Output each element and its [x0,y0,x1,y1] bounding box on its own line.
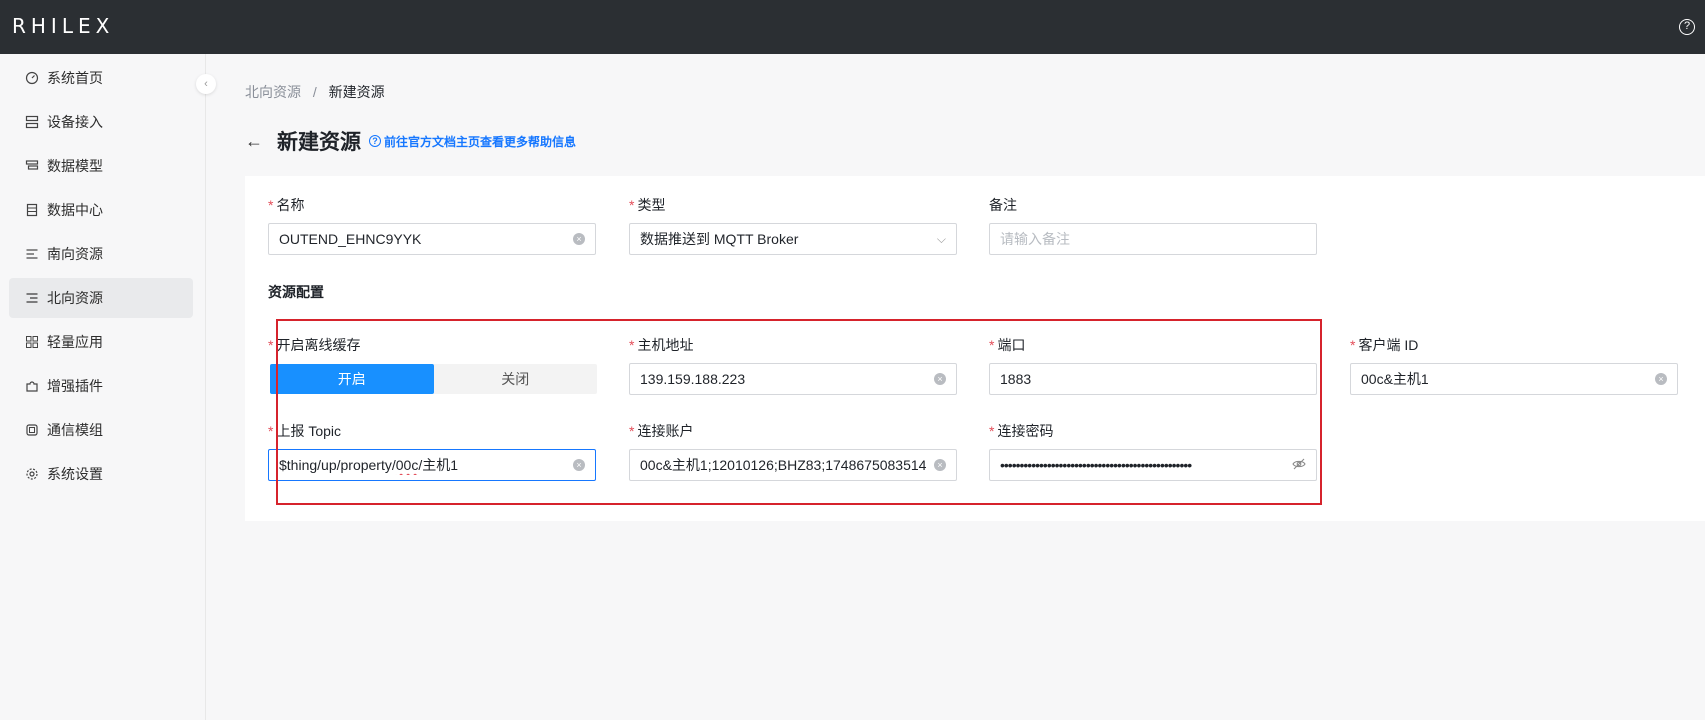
plugin-icon [25,379,39,393]
port-label: * 端口 [989,337,1026,353]
password-value: ••••••••••••••••••••••••••••••••••••••••… [1000,457,1192,473]
clear-icon[interactable]: × [934,459,946,471]
password-field[interactable]: ••••••••••••••••••••••••••••••••••••••••… [989,449,1317,481]
sidebar-item-label: 增强插件 [47,378,103,394]
page-title: 新建资源 [277,131,361,154]
sidebar-item-device[interactable]: 设备接入 [9,102,193,142]
sidebar-item-label: 数据中心 [47,202,103,218]
sidebar-item-label: 系统设置 [47,466,103,482]
sidebar-item-home[interactable]: 系统首页 [9,58,193,98]
sidebar-item-label: 通信模组 [47,422,103,438]
eye-off-icon[interactable] [1292,458,1306,473]
sidebar-item-label: 设备接入 [47,114,103,130]
username-value: 00c&主机1;12010126;BHZ83;1748675083514 [640,457,927,473]
sidebar-item-label: 轻量应用 [47,334,103,350]
sidebar-item-label: 南向资源 [47,246,103,262]
cache-off-option[interactable]: 关闭 [434,364,598,394]
question-icon: ? [369,135,381,147]
client-id-value: 00c&主机1 [1361,371,1429,387]
database-icon [25,203,39,217]
sidebar-item-label: 系统首页 [47,70,103,86]
breadcrumb-separator: / [312,84,317,100]
sidebar-item-south-resource[interactable]: 南向资源 [9,234,193,274]
type-label: * 类型 [629,197,666,213]
doc-link-text: 前往官方文档主页查看更多帮助信息 [384,134,577,149]
port-field[interactable]: 1883 [989,363,1317,395]
client-id-label: * 客户端 ID [1350,337,1419,353]
chevron-down-icon: ⌵ [936,231,946,246]
name-label: * 名称 [268,197,305,213]
sidebar-item-north-resource[interactable]: 北向资源 [9,278,193,318]
topic-label: * 上报 Topic [268,423,342,439]
sidebar-item-apps[interactable]: 轻量应用 [9,322,193,362]
sidebar-item-datacenter[interactable]: 数据中心 [9,190,193,230]
device-icon [25,115,39,129]
module-icon [25,423,39,437]
remark-label: 备注 [989,197,1017,213]
north-resource-icon [25,291,39,305]
topic-field[interactable]: $thing/up/property/00c/主机1 × [268,449,596,481]
page-header: ← 新建资源 ? 前往官方文档主页查看更多帮助信息 [245,126,576,156]
host-label: * 主机地址 [629,337,694,353]
breadcrumb-parent[interactable]: 北向资源 [245,84,301,100]
sidebar-item-module[interactable]: 通信模组 [9,410,193,450]
cache-label: * 开启离线缓存 [268,337,361,353]
name-value: OUTEND_EHNC9YYK [279,231,422,247]
clear-icon[interactable]: × [573,233,585,245]
breadcrumb-current: 新建资源 [328,84,385,100]
cache-toggle[interactable]: 开启 关闭 [270,364,597,394]
name-field[interactable]: OUTEND_EHNC9YYK × [268,223,596,255]
sidebar-item-label: 数据模型 [47,158,103,174]
type-value: 数据推送到 MQTT Broker [640,231,799,247]
back-arrow-icon[interactable]: ← [245,131,263,152]
sidebar-collapse-button[interactable]: ‹ [196,74,216,94]
clear-icon[interactable]: × [573,459,585,471]
sidebar-item-model[interactable]: 数据模型 [9,146,193,186]
section-title: 资源配置 [268,284,324,300]
host-field[interactable]: 139.159.188.223 × [629,363,957,395]
host-value: 139.159.188.223 [640,371,746,387]
dashboard-icon [25,71,39,85]
topic-value: $thing/up/property/00c/主机1 [279,457,459,473]
sidebar-item-plugin[interactable]: 增强插件 [9,366,193,406]
remark-field[interactable]: 请输入备注 [989,223,1317,255]
remark-placeholder: 请输入备注 [1000,231,1070,247]
clear-icon[interactable]: × [934,373,946,385]
help-circle-icon[interactable]: ? [1679,19,1695,35]
model-icon [25,159,39,173]
clear-icon[interactable]: × [1655,373,1667,385]
sidebar: 系统首页 设备接入 数据模型 数据中心 南向资源 北向资源 轻量应用 增强插件 … [0,54,206,720]
username-field[interactable]: 00c&主机1;12010126;BHZ83;1748675083514 × [629,449,957,481]
port-value: 1883 [1000,371,1032,387]
client-id-field[interactable]: 00c&主机1 × [1350,363,1678,395]
cache-on-option[interactable]: 开启 [270,364,434,394]
doc-link[interactable]: ? 前往官方文档主页查看更多帮助信息 [369,133,576,150]
username-label: * 连接账户 [629,423,694,439]
sidebar-item-label: 北向资源 [47,290,103,306]
app-logo[interactable]: RHILEX [12,14,114,38]
apps-icon [25,335,39,349]
sidebar-item-settings[interactable]: 系统设置 [9,454,193,494]
breadcrumb: 北向资源 / 新建资源 [245,82,385,102]
settings-icon [25,467,39,481]
password-label: * 连接密码 [989,423,1054,439]
top-bar: RHILEX ? [0,0,1705,54]
type-select[interactable]: 数据推送到 MQTT Broker ⌵ [629,223,957,255]
south-resource-icon [25,247,39,261]
